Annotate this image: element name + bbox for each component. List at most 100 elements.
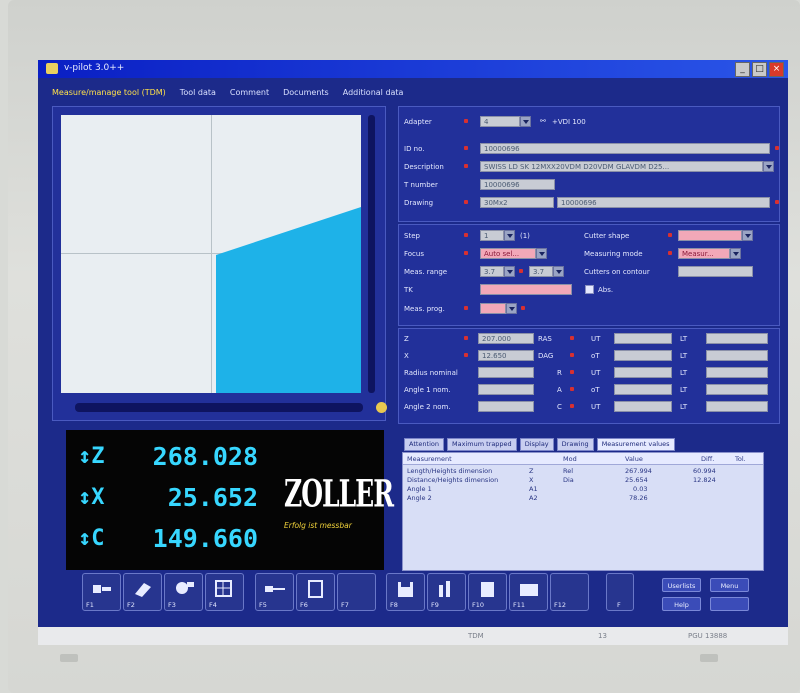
chevron-down-icon[interactable] bbox=[730, 248, 741, 259]
tol-field[interactable] bbox=[614, 333, 672, 344]
tnumber-field[interactable]: 10000696 bbox=[480, 179, 555, 190]
viewport-horizontal-scrollbar[interactable] bbox=[75, 403, 363, 412]
scroll-knob-icon[interactable] bbox=[376, 402, 387, 413]
lt-field[interactable] bbox=[706, 350, 768, 361]
lt-label: LT bbox=[680, 369, 688, 377]
chevron-down-icon[interactable] bbox=[536, 248, 547, 259]
focus-select[interactable]: Auto sel... bbox=[480, 248, 536, 259]
id-field[interactable]: 10000696 bbox=[480, 143, 770, 154]
meas-range-from[interactable]: 3.7 bbox=[480, 266, 504, 277]
viewport-vertical-scrollbar[interactable] bbox=[368, 115, 375, 393]
f11-button[interactable]: F11 bbox=[509, 573, 548, 611]
meas-prog-select[interactable] bbox=[480, 303, 506, 314]
tab-additional-data[interactable]: Additional data bbox=[343, 88, 404, 97]
chevron-down-icon[interactable] bbox=[504, 266, 515, 277]
radius-field[interactable] bbox=[478, 367, 534, 378]
f12-button[interactable]: F12 bbox=[550, 573, 589, 611]
tab-comment[interactable]: Comment bbox=[230, 88, 269, 97]
description-field[interactable]: SWISS LD SK 12MXX20VDM D20VDM GLAVDM D25… bbox=[480, 161, 763, 172]
dro-row-x: ↕X 25.652 bbox=[78, 483, 258, 512]
table-row[interactable]: Length/Heights dimension bbox=[407, 467, 492, 475]
f6-button[interactable]: F6 bbox=[296, 573, 335, 611]
close-icon[interactable]: × bbox=[769, 62, 784, 77]
f11-label: F11 bbox=[513, 601, 526, 609]
tab-attention[interactable]: Attention bbox=[404, 438, 444, 451]
f5-button[interactable]: F5 bbox=[255, 573, 294, 611]
exit-button[interactable] bbox=[710, 597, 749, 611]
chevron-down-icon[interactable] bbox=[506, 303, 517, 314]
f4-button[interactable]: F4 bbox=[205, 573, 244, 611]
c-readout: 149.660 bbox=[152, 524, 258, 553]
lt-field[interactable] bbox=[706, 401, 768, 412]
z-nominal-field[interactable]: 207.000 bbox=[478, 333, 534, 344]
lt-field[interactable] bbox=[706, 333, 768, 344]
tk-field[interactable] bbox=[480, 284, 572, 295]
tol-field[interactable] bbox=[614, 367, 672, 378]
link-icon[interactable]: ⚯ bbox=[540, 117, 546, 125]
tab-measurement-values[interactable]: Measurement values bbox=[596, 438, 675, 451]
tol-field[interactable] bbox=[614, 384, 672, 395]
chevron-down-icon[interactable] bbox=[520, 116, 531, 127]
monitor-button[interactable] bbox=[700, 654, 718, 662]
chevron-down-icon[interactable] bbox=[742, 230, 753, 241]
tab-display[interactable]: Display bbox=[519, 438, 554, 451]
cutters-field[interactable] bbox=[678, 266, 753, 277]
f9-button[interactable]: F9 bbox=[427, 573, 466, 611]
table-cell: A2 bbox=[529, 494, 538, 502]
table-cell: A1 bbox=[529, 485, 538, 493]
logo-slogan: Erfolg ist messbar bbox=[284, 521, 352, 530]
chevron-down-icon[interactable] bbox=[553, 266, 564, 277]
drawing-field-2[interactable]: 10000696 bbox=[557, 197, 770, 208]
tol-label: oT bbox=[591, 352, 600, 360]
tol-field[interactable] bbox=[614, 401, 672, 412]
minimize-icon[interactable]: _ bbox=[735, 62, 750, 77]
tab-drawing[interactable]: Drawing bbox=[556, 438, 594, 451]
cutter-shape-select[interactable] bbox=[678, 230, 742, 241]
tab-documents[interactable]: Documents bbox=[283, 88, 329, 97]
angle2-field[interactable] bbox=[478, 401, 534, 412]
step-suffix: (1) bbox=[520, 232, 530, 240]
required-marker bbox=[464, 353, 468, 357]
f10-button[interactable]: F10 bbox=[468, 573, 507, 611]
tol-field[interactable] bbox=[614, 350, 672, 361]
tab-maximum-trapped[interactable]: Maximum trapped bbox=[447, 438, 517, 451]
table-row[interactable]: Angle 1 bbox=[407, 485, 432, 493]
angle1-field[interactable] bbox=[478, 384, 534, 395]
step-label: Step bbox=[404, 232, 420, 240]
f3-button[interactable]: F3 bbox=[164, 573, 203, 611]
help-button[interactable]: Help bbox=[662, 597, 701, 611]
table-cell: 0.03 bbox=[633, 485, 648, 493]
cutters-label: Cutters on contour bbox=[584, 268, 650, 276]
lt-field[interactable] bbox=[706, 367, 768, 378]
x-nominal-field[interactable]: 12.650 bbox=[478, 350, 534, 361]
chevron-down-icon[interactable] bbox=[504, 230, 515, 241]
a-label: A bbox=[557, 386, 562, 394]
f7-button[interactable]: F7 bbox=[337, 573, 376, 611]
maximize-icon[interactable]: □ bbox=[752, 62, 767, 77]
f9-label: F9 bbox=[431, 601, 439, 609]
lt-field[interactable] bbox=[706, 384, 768, 395]
required-marker bbox=[775, 200, 779, 204]
f10-label: F10 bbox=[472, 601, 485, 609]
meas-range-to[interactable]: 3.7 bbox=[529, 266, 553, 277]
f1-label: F1 bbox=[86, 601, 94, 609]
table-row[interactable]: Angle 2 bbox=[407, 494, 432, 502]
abs-checkbox[interactable] bbox=[585, 285, 594, 294]
userlists-button[interactable]: Userlists bbox=[662, 578, 701, 592]
chevron-down-icon[interactable] bbox=[763, 161, 774, 172]
f2-button[interactable]: F2 bbox=[123, 573, 162, 611]
monitor-button[interactable] bbox=[60, 654, 78, 662]
table-row[interactable]: Distance/Heights dimension bbox=[407, 476, 498, 484]
menu-button[interactable]: Menu bbox=[710, 578, 749, 592]
f1-button[interactable]: F1 bbox=[82, 573, 121, 611]
measuring-mode-select[interactable]: Measur... bbox=[678, 248, 730, 259]
f8-button[interactable]: F8 bbox=[386, 573, 425, 611]
adapter-select[interactable]: 4 bbox=[480, 116, 520, 127]
required-marker bbox=[521, 306, 525, 310]
step-select[interactable]: 1 bbox=[480, 230, 504, 241]
drawing-field-1[interactable]: 30Mx2 bbox=[480, 197, 554, 208]
tab-tool-data[interactable]: Tool data bbox=[180, 88, 216, 97]
tab-measure[interactable]: Measure/manage tool (TDM) bbox=[52, 88, 166, 97]
f-button[interactable]: F bbox=[606, 573, 634, 611]
camera-viewport[interactable] bbox=[61, 115, 361, 393]
